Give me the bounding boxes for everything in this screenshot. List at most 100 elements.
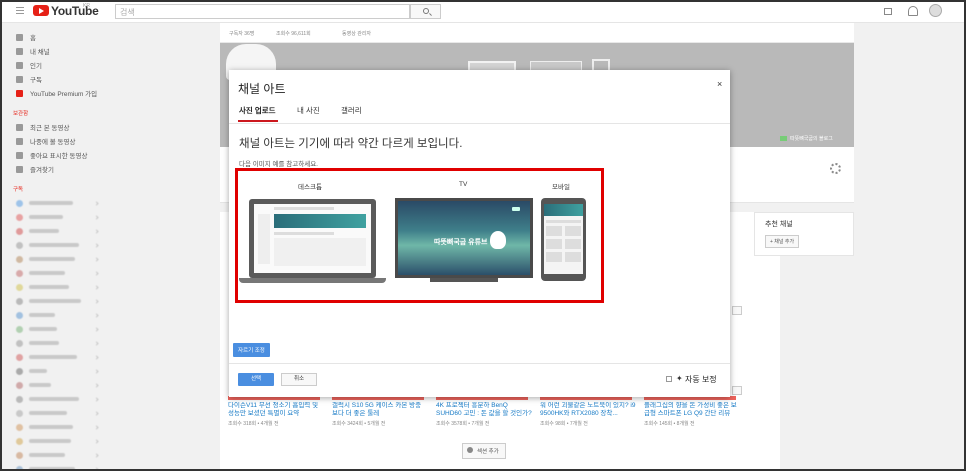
magic-wand-icon: ✦ — [676, 374, 683, 383]
history-icon — [16, 123, 23, 131]
device-label-tv: TV — [459, 181, 468, 188]
sidebar-item-my-channel[interactable]: 내 채널 — [16, 45, 50, 57]
tab-gallery[interactable]: 갤러리 — [341, 105, 362, 116]
video-title[interactable]: 플래그십의 향을 돈 가성비 좋은 보급형 스마트폰 LG Q9 간단 리뷰 — [644, 402, 740, 418]
subscription-item[interactable] — [16, 324, 99, 334]
logo-region: KR — [83, 3, 90, 9]
subscription-item[interactable] — [16, 240, 99, 250]
subscription-item[interactable] — [16, 212, 99, 222]
tv-stand — [430, 278, 498, 282]
subscription-item[interactable] — [16, 310, 99, 320]
crop-adjust-button[interactable]: 자르기 조정 — [233, 343, 270, 357]
sidebar-item-liked[interactable]: 좋아요 표시한 동영상 — [16, 149, 87, 161]
subscriber-count: 구독자 36명 — [229, 31, 255, 37]
youtube-logo-icon[interactable] — [33, 5, 49, 16]
home-icon — [16, 33, 23, 41]
sidebar-item-home[interactable]: 홈 — [16, 31, 36, 43]
close-icon[interactable]: × — [717, 79, 722, 89]
tv-preview: 따뜻뼈국굽 유튜브 — [395, 198, 533, 278]
video-title[interactable]: 워 어런 괴물같은 노트북이 있지? i9 9500HK와 RTX2080 장착… — [540, 402, 636, 418]
notifications-icon[interactable] — [908, 6, 918, 16]
video-manager-link[interactable]: 동영상 관리자 — [342, 30, 371, 37]
blog-icon — [780, 136, 787, 141]
select-button[interactable]: 선택 — [238, 373, 274, 386]
list-icon — [16, 165, 23, 173]
tab-my-photos[interactable]: 내 사진 — [297, 105, 320, 116]
dialog-subheading: 다음 이미지 예를 참고하세요. — [239, 161, 318, 168]
subscription-item[interactable] — [16, 450, 99, 460]
dialog-title: 채널 아트 — [238, 82, 286, 96]
gear-icon[interactable] — [830, 163, 841, 174]
search-input[interactable]: 검색 — [115, 4, 410, 19]
subscription-item[interactable] — [16, 226, 99, 236]
sidebar-item-subscriptions[interactable]: 구독 — [16, 73, 42, 85]
sidebar-item-watch-later[interactable]: 나중에 볼 동영상 — [16, 135, 75, 147]
avatar[interactable] — [929, 4, 942, 17]
banner-blog-link[interactable]: 따뜻뼈국굽의 블로그 — [780, 135, 833, 142]
tabs-divider — [229, 123, 730, 124]
video-meta: 조회수 3424회 • 5개월 전 — [332, 421, 386, 427]
subscription-item[interactable] — [16, 380, 99, 390]
subscription-item[interactable] — [16, 198, 99, 208]
video-title[interactable]: 갤럭시 S10 5G 케이스 카본 방충 보다 더 좋은 툴레 — [332, 402, 428, 418]
sidebar-item-history[interactable]: 최근 본 동영상 — [16, 121, 70, 133]
cancel-button[interactable]: 취소 — [281, 373, 317, 386]
sidebar-item-trending[interactable]: 인기 — [16, 59, 42, 71]
device-label-mobile: 모바일 — [552, 184, 570, 191]
subscription-item[interactable] — [16, 394, 99, 404]
device-label-desktop: 데스크톱 — [298, 184, 322, 191]
subscription-item[interactable] — [16, 436, 99, 446]
tv-logo — [512, 207, 520, 211]
scroll-arrow-button[interactable] — [732, 306, 742, 315]
video-title[interactable]: 다이슨V11 무선 청소기 흡입력 및 성능만 보셨던 특별이 요약 — [228, 402, 324, 418]
sidebar: 홈 내 채널 인기 구독 YouTube Premium 가입 보관함 최근 본… — [0, 23, 108, 471]
dialog-heading: 채널 아트는 기기에 따라 약간 다르게 보입니다. — [239, 138, 463, 150]
subscription-item[interactable] — [16, 366, 99, 376]
mobile-preview — [541, 198, 586, 281]
person-icon — [16, 47, 23, 55]
video-meta: 조회수 3578회 • 7개월 전 — [436, 421, 490, 427]
subscription-item[interactable] — [16, 422, 99, 432]
video-meta: 조회수 145회 • 8개월 전 — [644, 421, 695, 427]
active-tab-indicator — [238, 120, 278, 122]
tab-upload-photo[interactable]: 사진 업로드 — [239, 105, 276, 116]
youtube-logo-text[interactable]: YouTube — [51, 4, 99, 18]
recommended-channels-panel: 추천 채널 + 채널 추가 — [754, 212, 854, 256]
scroll-arrow-button[interactable] — [732, 386, 742, 395]
auto-adjust-label[interactable]: 자동 보정 — [685, 374, 717, 385]
auto-adjust-checkbox[interactable] — [666, 376, 672, 382]
subscription-item[interactable] — [16, 282, 99, 292]
sidebar-item-favorites[interactable]: 즐겨찾기 — [16, 163, 54, 175]
desktop-preview — [249, 199, 376, 278]
recommended-channels-title: 추천 채널 — [765, 221, 793, 228]
menu-icon[interactable] — [16, 7, 24, 14]
subscription-item[interactable] — [16, 352, 99, 362]
library-heading: 보관함 — [13, 111, 29, 117]
dialog-footer-divider — [229, 363, 730, 364]
subscription-item[interactable] — [16, 296, 99, 306]
subscription-item[interactable] — [16, 408, 99, 418]
add-section-button[interactable]: 섹션 추가 — [462, 443, 506, 459]
thumb-up-icon — [16, 151, 23, 159]
sidebar-item-premium[interactable]: YouTube Premium 가입 — [16, 87, 97, 99]
subscriptions-icon — [16, 75, 23, 83]
add-channel-button[interactable]: + 채널 추가 — [765, 235, 800, 248]
view-count: 조회수 96,611회 — [276, 31, 311, 37]
top-bar: YouTube KR 검색 — [0, 0, 966, 23]
search-icon — [423, 8, 429, 14]
subscription-item[interactable] — [16, 268, 99, 278]
subscription-item[interactable] — [16, 464, 99, 471]
subscription-item[interactable] — [16, 254, 99, 264]
upload-video-icon[interactable] — [884, 8, 892, 15]
bear-illustration — [490, 231, 506, 249]
subscriptions-heading: 구독 — [13, 187, 24, 193]
video-title[interactable]: 4K 프로젝터 흥분하 BenQ SUHD60 고민 : 돈 값을 할 것인가? — [436, 402, 532, 418]
search-button[interactable] — [410, 4, 441, 19]
youtube-red-icon — [16, 89, 23, 97]
tv-banner-text: 따뜻뼈국굽 유튜브 — [434, 239, 488, 246]
video-meta: 조회수 98회 • 7개월 전 — [540, 421, 588, 427]
clock-icon — [16, 137, 23, 145]
channel-stats-bar: 구독자 36명 조회수 96,611회 동영상 관리자 — [220, 23, 854, 43]
subscription-item[interactable] — [16, 338, 99, 348]
laptop-base — [239, 278, 386, 283]
